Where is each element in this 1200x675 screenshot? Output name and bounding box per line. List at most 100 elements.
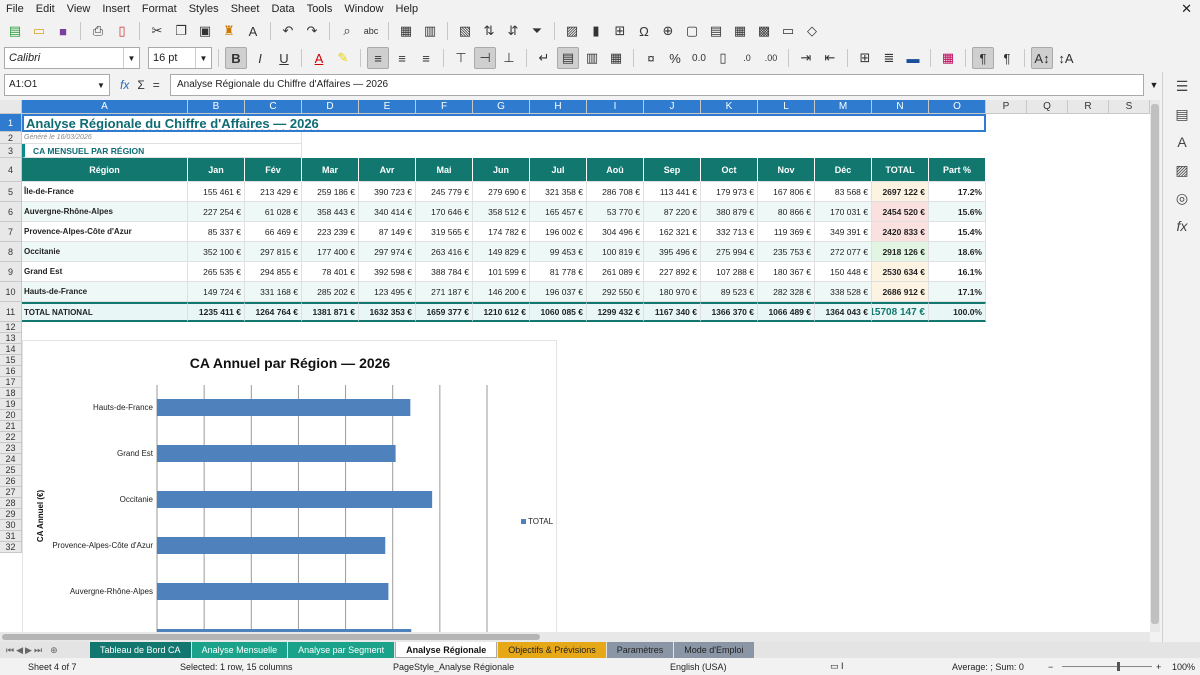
selection-mode-icon[interactable]: ▭ I <box>830 661 844 672</box>
month-value[interactable]: 395 496 € <box>644 242 701 262</box>
freeze-icon[interactable]: ▧ <box>454 20 476 42</box>
total-month-value[interactable]: 1235 411 € <box>188 302 245 322</box>
wrap-text-icon[interactable]: ↵ <box>533 47 555 69</box>
month-value[interactable]: 53 770 € <box>587 202 644 222</box>
month-value[interactable]: 227 892 € <box>644 262 701 282</box>
select-all-corner[interactable] <box>0 100 22 114</box>
total-label[interactable]: TOTAL NATIONAL <box>22 302 188 322</box>
month-value[interactable]: 294 855 € <box>245 262 302 282</box>
month-value[interactable]: 380 879 € <box>701 202 758 222</box>
column-header[interactable]: J <box>644 100 701 114</box>
text-orientation-icon[interactable]: A↕ <box>1031 47 1053 69</box>
increase-indent-icon[interactable]: ⇥ <box>795 47 817 69</box>
month-value[interactable]: 331 168 € <box>245 282 302 302</box>
month-value[interactable]: 392 598 € <box>359 262 416 282</box>
month-value[interactable]: 235 753 € <box>758 242 815 262</box>
find-replace-icon[interactable]: ⌕ <box>336 20 358 42</box>
font-size-combo[interactable]: 16 pt ▼ <box>148 47 212 69</box>
month-value[interactable]: 332 713 € <box>701 222 758 242</box>
sheet-tab[interactable]: Analyse Mensuelle <box>191 642 288 658</box>
total-month-value[interactable]: 1364 043 € <box>815 302 872 322</box>
row-header[interactable]: 32 <box>0 542 22 553</box>
export-pdf-icon[interactable]: ▯ <box>111 20 133 42</box>
menu-view[interactable]: View <box>61 0 97 18</box>
sheet-title[interactable]: Analyse Régionale du Chiffre d'Affaires … <box>22 114 986 132</box>
border-style-icon[interactable]: ≣ <box>878 47 900 69</box>
border-color-icon[interactable]: ▬ <box>902 47 924 69</box>
column-title[interactable]: Jul <box>530 158 587 182</box>
month-value[interactable]: 123 495 € <box>359 282 416 302</box>
row-header[interactable]: 25 <box>0 465 22 476</box>
borders-icon[interactable]: ⊞ <box>854 47 876 69</box>
functions-icon[interactable]: fx <box>1163 212 1200 240</box>
row-header[interactable]: 4 <box>0 158 22 182</box>
month-value[interactable]: 83 568 € <box>815 182 872 202</box>
sheet-tab[interactable]: Analyse Régionale <box>395 642 498 658</box>
month-value[interactable]: 275 994 € <box>701 242 758 262</box>
align-top-icon[interactable]: ⊤ <box>450 47 472 69</box>
special-character-icon[interactable]: Ω <box>633 20 655 42</box>
add-sheet-icon[interactable]: ⊕ <box>50 645 58 656</box>
row-header[interactable]: 21 <box>0 421 22 432</box>
column-header[interactable]: R <box>1068 100 1109 114</box>
sum-icon[interactable]: Σ <box>137 78 144 92</box>
column-title[interactable]: Aoû <box>587 158 644 182</box>
total-month-value[interactable]: 1659 377 € <box>416 302 473 322</box>
grand-total[interactable]: 15708 147 € <box>872 302 929 322</box>
column-title[interactable]: Mai <box>416 158 473 182</box>
month-value[interactable]: 388 784 € <box>416 262 473 282</box>
text-direction-rtl-icon[interactable]: ¶ <box>996 47 1018 69</box>
menu-data[interactable]: Data <box>265 0 300 18</box>
column-title[interactable]: Part % <box>929 158 986 182</box>
region-total[interactable]: 2454 520 € <box>872 202 929 222</box>
sort-ascending-icon[interactable]: ⇅ <box>478 20 500 42</box>
column-header[interactable]: S <box>1109 100 1150 114</box>
month-value[interactable]: 286 708 € <box>587 182 644 202</box>
row-header[interactable]: 7 <box>0 222 22 242</box>
menu-help[interactable]: Help <box>390 0 425 18</box>
split-window-icon[interactable]: ▭ <box>777 20 799 42</box>
column-header[interactable]: D <box>302 100 359 114</box>
month-value[interactable]: 349 391 € <box>815 222 872 242</box>
open-folder-icon[interactable]: ▭ <box>28 20 50 42</box>
decrease-indent-icon[interactable]: ⇤ <box>819 47 841 69</box>
region-share[interactable]: 16.1% <box>929 262 986 282</box>
column-header[interactable]: B <box>188 100 245 114</box>
month-value[interactable]: 99 453 € <box>530 242 587 262</box>
column-header[interactable]: G <box>473 100 530 114</box>
region-name[interactable]: Provence-Alpes-Côte d'Azur <box>22 222 188 242</box>
total-month-value[interactable]: 1060 085 € <box>530 302 587 322</box>
name-box[interactable]: A1:O1 ▼ <box>4 74 110 96</box>
zoom-out-icon[interactable]: − <box>1048 662 1053 672</box>
sort-descending-icon[interactable]: ⇵ <box>502 20 524 42</box>
clone-format-icon[interactable]: ♜ <box>218 20 240 42</box>
insert-image-icon[interactable]: ▨ <box>561 20 583 42</box>
total-month-value[interactable]: 1381 871 € <box>302 302 359 322</box>
date-format-icon[interactable]: ▯ <box>712 47 734 69</box>
month-value[interactable]: 223 239 € <box>302 222 359 242</box>
close-document-icon[interactable]: ✕ <box>1181 0 1192 18</box>
region-total[interactable]: 2697 122 € <box>872 182 929 202</box>
next-sheet-icon[interactable]: ▶ <box>25 645 32 656</box>
add-decimal-icon[interactable]: .0 <box>736 47 758 69</box>
column-title[interactable]: Mar <box>302 158 359 182</box>
hyperlink-icon[interactable]: ⊕ <box>657 20 679 42</box>
row-icon[interactable]: ▦ <box>395 20 417 42</box>
row-header[interactable]: 31 <box>0 531 22 542</box>
month-value[interactable]: 177 400 € <box>302 242 359 262</box>
month-value[interactable]: 87 220 € <box>644 202 701 222</box>
month-value[interactable]: 297 815 € <box>245 242 302 262</box>
scroll-thumb[interactable] <box>1151 104 1159 624</box>
month-value[interactable]: 340 414 € <box>359 202 416 222</box>
row-header[interactable]: 19 <box>0 399 22 410</box>
last-sheet-icon[interactable]: ⏭ <box>34 645 42 656</box>
conditional-format-icon[interactable]: ▦ <box>937 47 959 69</box>
row-header[interactable]: 13 <box>0 333 22 344</box>
column-header[interactable]: E <box>359 100 416 114</box>
month-value[interactable]: 167 806 € <box>758 182 815 202</box>
row-header[interactable]: 11 <box>0 302 22 322</box>
row-header[interactable]: 28 <box>0 498 22 509</box>
comment-icon[interactable]: ▢ <box>681 20 703 42</box>
row-header[interactable]: 2 <box>0 132 22 144</box>
region-total[interactable]: 2530 634 € <box>872 262 929 282</box>
